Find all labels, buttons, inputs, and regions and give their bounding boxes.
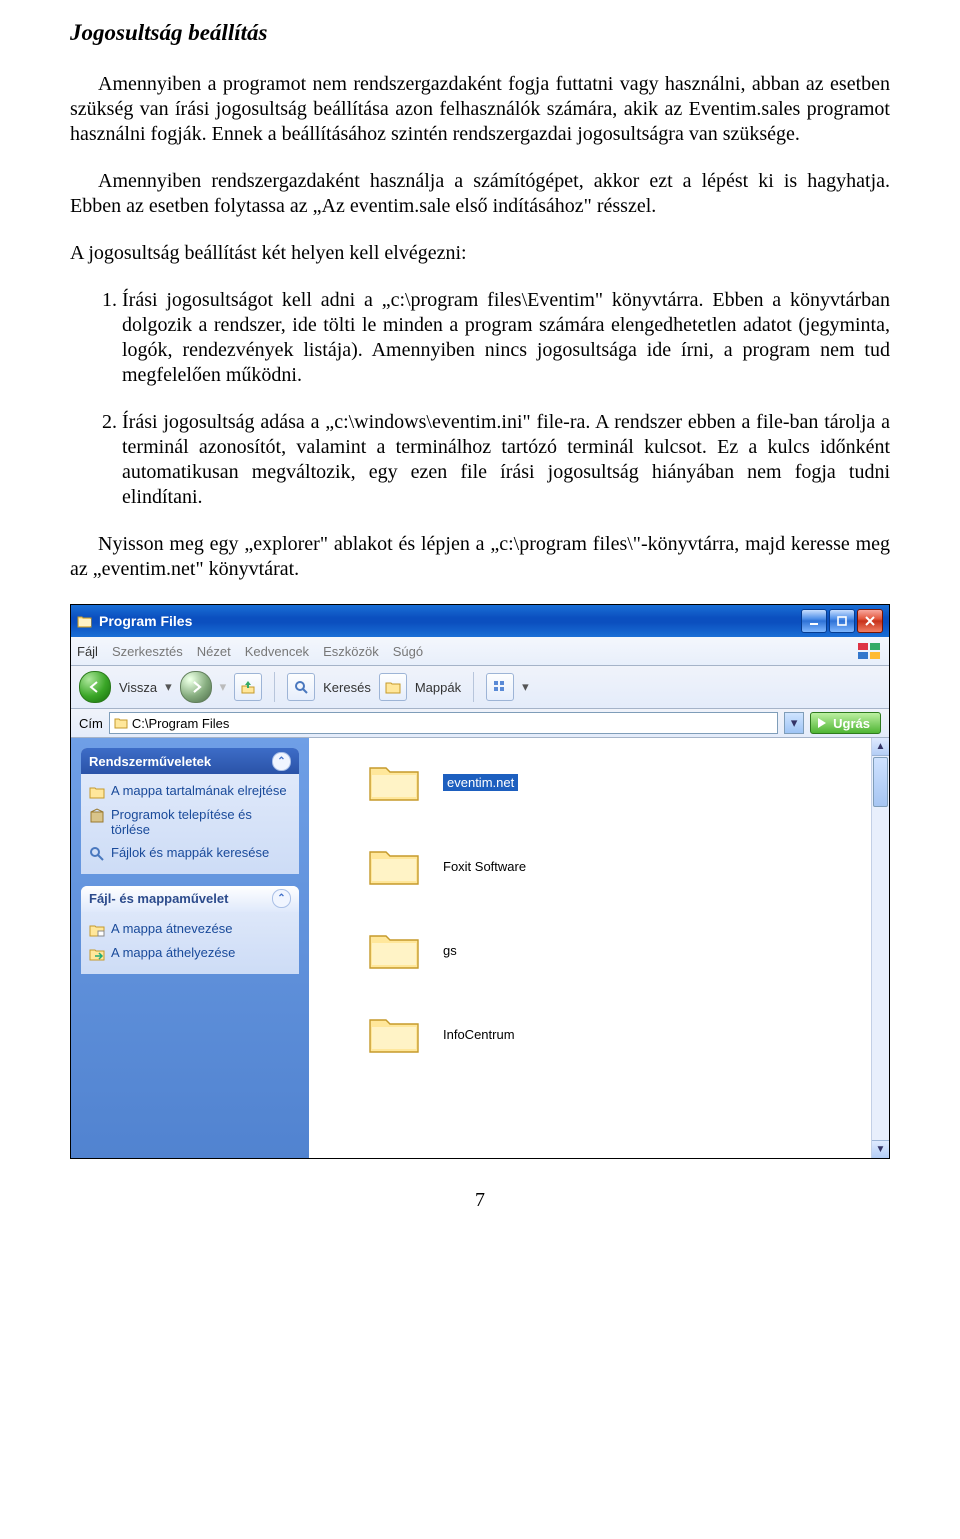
forward-button[interactable] bbox=[180, 671, 212, 703]
address-path: C:\Program Files bbox=[132, 716, 230, 731]
search-button[interactable] bbox=[287, 673, 315, 701]
tasks-sidebar: Rendszerműveletek ⌃ A mappa tartalmának … bbox=[71, 738, 309, 1158]
maximize-button[interactable] bbox=[829, 609, 855, 633]
folder-icon bbox=[114, 716, 128, 730]
task-label: A mappa tartalmának elrejtése bbox=[111, 784, 287, 799]
page-title: Jogosultság beállítás bbox=[70, 20, 890, 46]
task-label: Programok telepítése és törlése bbox=[111, 808, 291, 838]
menu-edit[interactable]: Szerkesztés bbox=[112, 644, 183, 659]
collapse-icon[interactable]: ⌃ bbox=[272, 752, 291, 771]
address-input[interactable]: C:\Program Files bbox=[109, 712, 778, 734]
rename-icon bbox=[89, 922, 105, 938]
scroll-thumb[interactable] bbox=[873, 757, 888, 807]
folder-icon bbox=[367, 928, 421, 972]
folder-name: InfoCentrum bbox=[443, 1027, 515, 1042]
task-rename[interactable]: A mappa átnevezése bbox=[89, 918, 291, 942]
toolbar-separator bbox=[274, 672, 275, 702]
toolbar-separator bbox=[473, 672, 474, 702]
search-icon bbox=[89, 846, 105, 862]
vertical-scrollbar[interactable]: ▲ ▼ bbox=[871, 738, 889, 1158]
scroll-down-button[interactable]: ▼ bbox=[872, 1140, 889, 1158]
folder-icon bbox=[367, 1012, 421, 1056]
folder-open-icon bbox=[77, 613, 93, 629]
folder-icon bbox=[367, 760, 421, 804]
folder-icon bbox=[367, 844, 421, 888]
move-icon bbox=[89, 946, 105, 962]
go-label: Ugrás bbox=[833, 716, 870, 731]
scroll-up-button[interactable]: ▲ bbox=[872, 738, 889, 756]
folder-name: gs bbox=[443, 943, 457, 958]
panel-system-tasks: Rendszerműveletek ⌃ A mappa tartalmának … bbox=[81, 748, 299, 874]
folders-label: Mappák bbox=[415, 680, 461, 695]
address-bar: Cím C:\Program Files ▾ Ugrás bbox=[71, 709, 889, 738]
minimize-button[interactable] bbox=[801, 609, 827, 633]
address-label: Cím bbox=[79, 716, 103, 731]
folder-name: Foxit Software bbox=[443, 859, 526, 874]
folder-eventim-net[interactable]: eventim.net bbox=[367, 760, 889, 804]
folder-infocentrum[interactable]: InfoCentrum bbox=[367, 1012, 889, 1056]
menu-view[interactable]: Nézet bbox=[197, 644, 231, 659]
menu-help[interactable]: Súgó bbox=[393, 644, 423, 659]
window-title: Program Files bbox=[99, 613, 799, 629]
explorer-window: Program Files Fájl Szerkesztés Nézet Ked… bbox=[70, 604, 890, 1159]
task-addremove-programs[interactable]: Programok telepítése és törlése bbox=[89, 804, 291, 842]
collapse-icon[interactable]: ⌃ bbox=[272, 889, 291, 908]
paragraph: A jogosultság beállítást két helyen kell… bbox=[70, 241, 890, 266]
panel-title: Fájl- és mappaművelet bbox=[89, 891, 228, 906]
toolbar: Vissza ▾ ▾ Keresés Mappák ▾ bbox=[71, 666, 889, 709]
task-label: Fájlok és mappák keresése bbox=[111, 846, 269, 861]
list-item: Írási jogosultság adása a „c:\windows\ev… bbox=[122, 410, 890, 510]
go-button[interactable]: Ugrás bbox=[810, 712, 881, 734]
task-label: A mappa áthelyezése bbox=[111, 946, 235, 961]
task-label: A mappa átnevezése bbox=[111, 922, 232, 937]
list-item: Írási jogosultságot kell adni a „c:\prog… bbox=[122, 288, 890, 388]
back-label: Vissza bbox=[119, 680, 157, 695]
windows-flag-icon bbox=[855, 642, 883, 660]
menu-file[interactable]: Fájl bbox=[77, 644, 98, 659]
titlebar[interactable]: Program Files bbox=[71, 605, 889, 637]
back-button[interactable] bbox=[79, 671, 111, 703]
folder-content[interactable]: eventim.net Foxit Software gs InfoCentru… bbox=[309, 738, 889, 1158]
menu-tools[interactable]: Eszközök bbox=[323, 644, 379, 659]
folder-icon bbox=[89, 784, 105, 800]
menu-favorites[interactable]: Kedvencek bbox=[245, 644, 309, 659]
paragraph: Nyisson meg egy „explorer" ablakot és lé… bbox=[70, 532, 890, 582]
paragraph: Amennyiben a programot nem rendszergazda… bbox=[70, 72, 890, 147]
page-number: 7 bbox=[70, 1189, 890, 1212]
up-button[interactable] bbox=[234, 673, 262, 701]
menubar: Fájl Szerkesztés Nézet Kedvencek Eszközö… bbox=[71, 637, 889, 666]
package-icon bbox=[89, 808, 105, 824]
dropdown-icon[interactable]: ▾ bbox=[165, 679, 172, 695]
panel-header[interactable]: Rendszerműveletek ⌃ bbox=[81, 748, 299, 774]
paragraph: Amennyiben rendszergazdaként használja a… bbox=[70, 169, 890, 219]
panel-header[interactable]: Fájl- és mappaművelet ⌃ bbox=[81, 886, 299, 912]
folder-foxit[interactable]: Foxit Software bbox=[367, 844, 889, 888]
address-dropdown-button[interactable]: ▾ bbox=[784, 712, 804, 734]
views-button[interactable] bbox=[486, 673, 514, 701]
dropdown-icon[interactable]: ▾ bbox=[220, 679, 227, 695]
folder-gs[interactable]: gs bbox=[367, 928, 889, 972]
task-search[interactable]: Fájlok és mappák keresése bbox=[89, 842, 291, 866]
folder-name: eventim.net bbox=[443, 774, 518, 791]
search-label: Keresés bbox=[323, 680, 371, 695]
dropdown-icon[interactable]: ▾ bbox=[522, 679, 529, 695]
panel-file-folder-tasks: Fájl- és mappaművelet ⌃ A mappa átnevezé… bbox=[81, 886, 299, 974]
task-move[interactable]: A mappa áthelyezése bbox=[89, 942, 291, 966]
folders-button[interactable] bbox=[379, 673, 407, 701]
close-button[interactable] bbox=[857, 609, 883, 633]
panel-title: Rendszerműveletek bbox=[89, 754, 211, 769]
task-hide-contents[interactable]: A mappa tartalmának elrejtése bbox=[89, 780, 291, 804]
